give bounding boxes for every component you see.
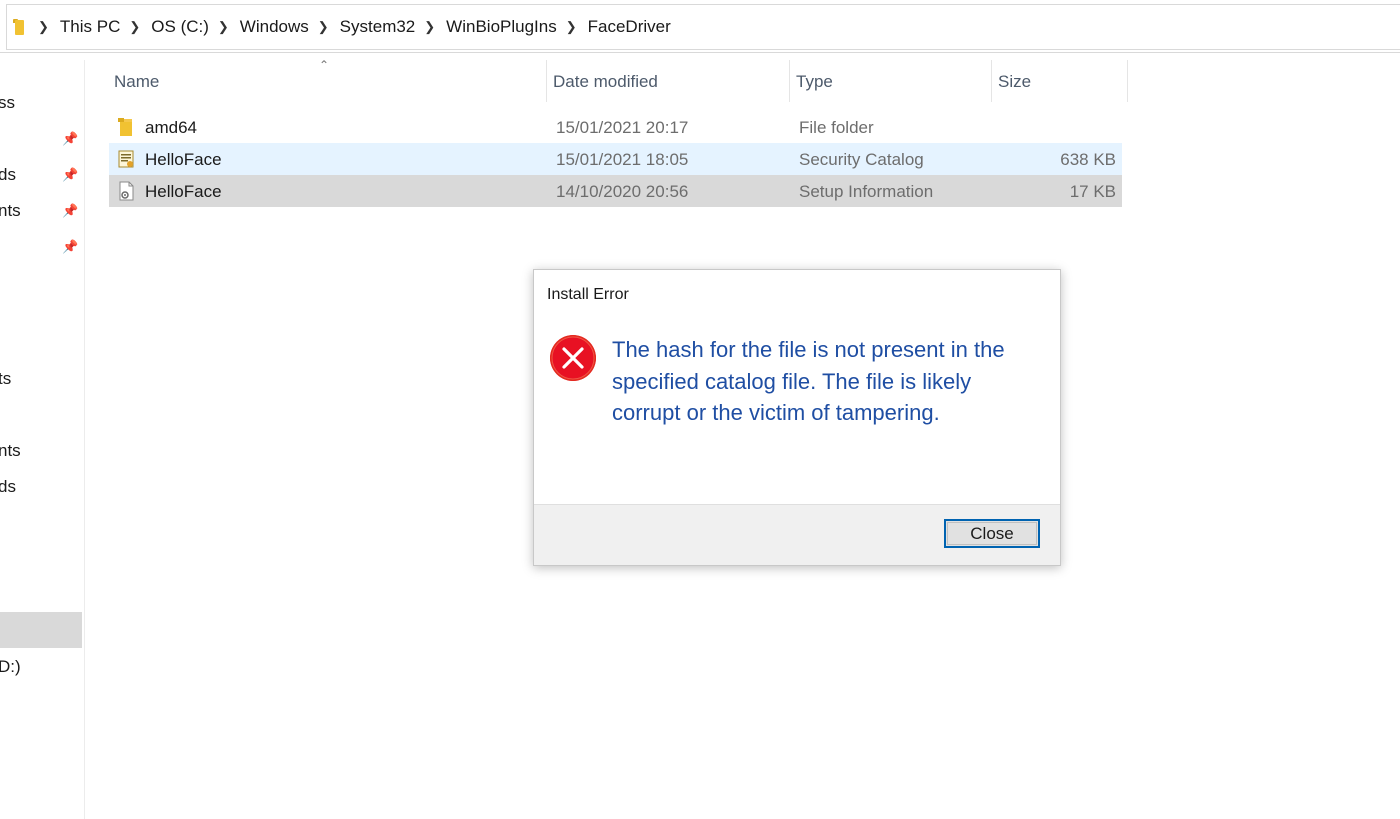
nav-item[interactable]: D:) [0,649,82,685]
chevron-right-icon[interactable]: ❯ [318,19,329,35]
nav-item[interactable]: ts [0,361,82,397]
nav-item-selected[interactable] [0,612,82,648]
chevron-right-icon[interactable]: ❯ [218,19,229,35]
file-row-selected[interactable]: HelloFace 14/10/2020 20:56 Setup Informa… [109,175,1122,207]
pin-icon[interactable]: 📌 [62,167,78,183]
nav-item-label: nts [0,201,21,220]
column-type-header[interactable]: Type [790,60,992,102]
pin-icon[interactable]: 📌 [62,239,78,255]
file-type: Security Catalog [799,150,924,169]
pin-icon[interactable]: 📌 [62,203,78,219]
address-bar[interactable]: ❯ This PC ❯ OS (C:) ❯ Windows ❯ System32… [0,0,1400,53]
install-error-dialog: Install Error The hash for the file is n… [533,269,1061,566]
breadcrumb-windows[interactable]: Windows [240,17,309,37]
breadcrumb-facedriver[interactable]: FaceDriver [588,17,671,37]
file-size: 638 KB [1060,150,1116,169]
breadcrumb-system32[interactable]: System32 [340,17,416,37]
nav-item[interactable]: nts [0,433,82,469]
nav-item-label: ts [0,369,12,388]
breadcrumb-this-pc[interactable]: This PC [60,17,120,37]
nav-item-label: nts [0,441,21,460]
nav-item[interactable]: ss [0,85,82,121]
file-row[interactable]: HelloFace 15/01/2021 18:05 Security Cata… [109,143,1122,175]
dialog-title: Install Error [547,286,629,303]
nav-item-label: ss [0,93,15,112]
file-name: amd64 [145,118,197,137]
column-date-header[interactable]: Date modified [547,60,790,102]
column-header: ⌃ Name Date modified Type Size [108,58,1128,102]
file-date: 15/01/2021 18:05 [556,150,689,169]
chevron-right-icon[interactable]: ❯ [38,19,49,35]
breadcrumb-os-c[interactable]: OS (C:) [151,17,209,37]
file-type: File folder [799,118,874,137]
column-name-header[interactable]: Name [108,60,547,102]
error-icon [550,335,596,381]
nav-item[interactable]: nts 📌 [0,193,82,229]
navigation-pane[interactable]: ss 📌 ds 📌 nts 📌 📌 ts nts ds D:) [0,60,85,819]
close-button[interactable]: Close [944,519,1040,548]
nav-item[interactable]: 📌 [0,121,82,157]
nav-item[interactable]: ds 📌 [0,157,82,193]
breadcrumb[interactable]: ❯ This PC ❯ OS (C:) ❯ Windows ❯ System32… [6,4,1400,50]
file-row[interactable]: amd64 15/01/2021 20:17 File folder [109,111,1122,143]
file-name: HelloFace [145,182,222,201]
pin-icon[interactable]: 📌 [62,131,78,147]
breadcrumb-winbioplugins[interactable]: WinBioPlugIns [446,17,557,37]
nav-item-label: ds [0,477,16,496]
setup-info-file-icon [119,181,134,201]
nav-item[interactable]: 📌 [0,229,82,265]
file-size: 17 KB [1069,182,1116,201]
column-size-header[interactable]: Size [992,60,1128,102]
catalog-file-icon [118,150,134,168]
error-message: The hash for the file is not present in … [612,337,1005,425]
nav-item[interactable]: ds [0,469,82,505]
folder-icon [13,19,25,35]
nav-item-label: D:) [0,657,21,676]
file-type: Setup Information [799,182,934,201]
file-date: 14/10/2020 20:56 [556,182,689,201]
chevron-right-icon[interactable]: ❯ [424,19,435,35]
nav-item-label: ds [0,165,16,184]
file-date: 15/01/2021 20:17 [556,118,689,137]
chevron-right-icon[interactable]: ❯ [566,19,577,35]
dialog-footer: Close [534,504,1060,565]
file-name: HelloFace [145,150,222,169]
folder-icon [118,118,132,136]
chevron-right-icon[interactable]: ❯ [129,19,140,35]
